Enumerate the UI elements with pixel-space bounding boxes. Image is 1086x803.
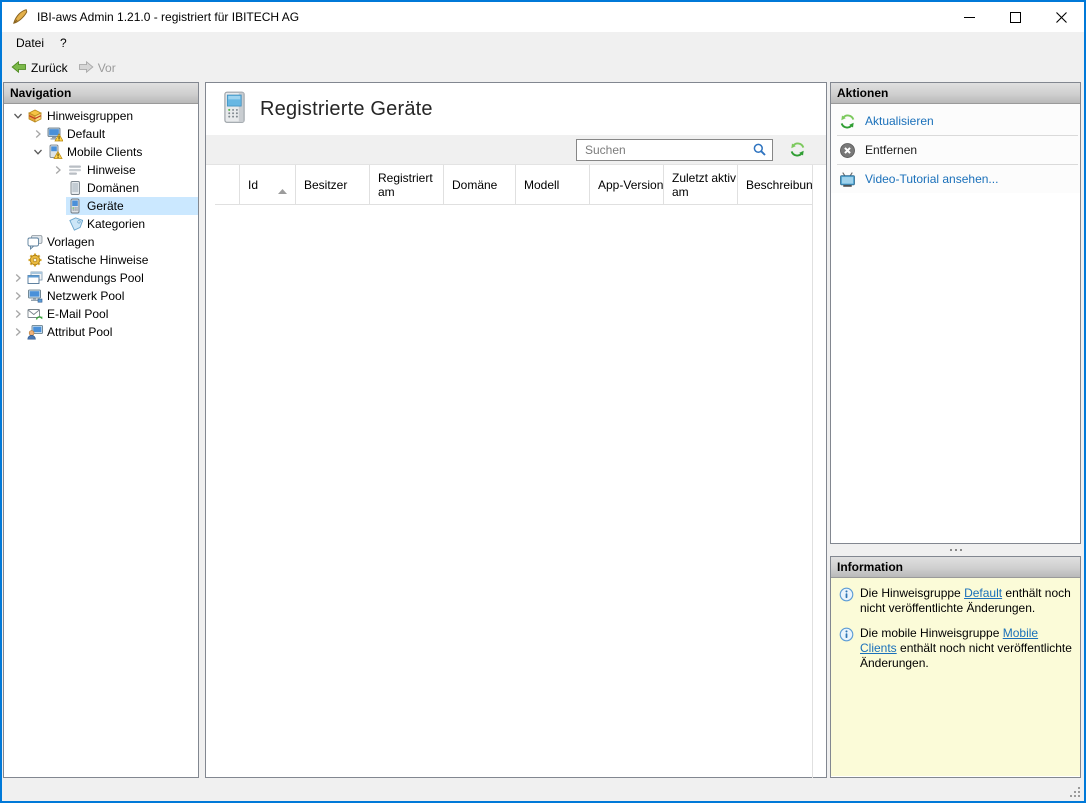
column-header-domaene[interactable]: Domäne: [444, 165, 516, 204]
chevron-collapsed-icon[interactable]: [10, 273, 26, 283]
actions-info-splitter[interactable]: [830, 544, 1081, 555]
column-header-zuletzt-aktiv-am[interactable]: Zuletzt aktiv am: [664, 165, 738, 204]
content-header: Registrierte Geräte: [206, 83, 826, 135]
mobile-warning-icon: [47, 144, 63, 160]
actions-body: Aktualisieren Entfernen Video-Tutorial a…: [831, 104, 1080, 193]
action-entfernen[interactable]: Entfernen: [831, 136, 1080, 164]
tree-item-domaenen[interactable]: Domänen: [4, 179, 198, 197]
back-arrow-icon: [11, 59, 27, 78]
information-panel: Information Die Hinweisgruppe Default en…: [830, 556, 1081, 778]
column-header-beschreibung[interactable]: Beschreibung: [738, 165, 812, 204]
app-icon: [11, 8, 29, 26]
user-computer-icon: [27, 324, 43, 340]
tablet-icon: [67, 180, 83, 196]
chevron-collapsed-icon[interactable]: [10, 309, 26, 319]
device-icon: [223, 91, 246, 127]
search-icon[interactable]: [752, 142, 768, 158]
actions-header: Aktionen: [831, 83, 1080, 104]
forward-button[interactable]: Vor: [73, 57, 121, 80]
navigation-tree: Hinweisgruppen Default Mobile Clients Hi…: [4, 104, 198, 341]
content-toolbar: [206, 135, 826, 165]
tree-item-hinweisgruppen[interactable]: Hinweisgruppen: [4, 107, 198, 125]
search-input[interactable]: [577, 143, 752, 157]
monitor-warning-icon: [47, 126, 63, 142]
refresh-icon[interactable]: [789, 141, 806, 158]
info-item: Die Hinweisgruppe Default enthält noch n…: [839, 586, 1074, 616]
chevron-collapsed-icon[interactable]: [50, 165, 66, 175]
menu-datei[interactable]: Datei: [8, 34, 52, 52]
window-controls: [946, 2, 1084, 32]
chevron-expanded-icon[interactable]: [10, 111, 26, 121]
tree-item-kategorien[interactable]: Kategorien: [4, 215, 198, 233]
mail-icon: [27, 306, 43, 322]
tree-item-geraete[interactable]: Geräte: [4, 197, 198, 215]
tree-item-hinweise[interactable]: Hinweise: [4, 161, 198, 179]
phone-icon: [67, 198, 83, 214]
devices-table: Id Besitzer Registriert am Domäne Modell…: [215, 165, 813, 778]
info-icon: [839, 587, 854, 602]
close-button[interactable]: [1038, 2, 1084, 32]
refresh-icon: [839, 113, 856, 130]
gear-icon: [27, 252, 43, 268]
tree-item-default[interactable]: Default: [4, 125, 198, 143]
tag-icon: [67, 216, 83, 232]
column-header-modell[interactable]: Modell: [516, 165, 590, 204]
back-button[interactable]: Zurück: [6, 57, 73, 80]
back-button-label: Zurück: [31, 61, 68, 75]
chevron-expanded-icon[interactable]: [30, 147, 46, 157]
notes-icon: [67, 162, 83, 178]
resize-grip-icon[interactable]: [1068, 785, 1082, 799]
column-header-besitzer[interactable]: Besitzer: [296, 165, 370, 204]
chevron-collapsed-icon[interactable]: [10, 327, 26, 337]
search-box: [576, 139, 773, 161]
forward-arrow-icon: [78, 59, 94, 78]
navigation-header: Navigation: [4, 83, 198, 104]
maximize-button[interactable]: [992, 2, 1038, 32]
app-window: IBI-aws Admin 1.21.0 - registriert für I…: [0, 0, 1086, 803]
menu-help[interactable]: ?: [52, 34, 75, 52]
column-header-app-version[interactable]: App-Version: [590, 165, 664, 204]
remove-icon: [839, 142, 856, 159]
tree-item-email-pool[interactable]: E-Mail Pool: [4, 305, 198, 323]
tree-item-anwendungs-pool[interactable]: Anwendungs Pool: [4, 269, 198, 287]
sort-ascending-icon: [278, 183, 287, 197]
speech-bubbles-icon: [27, 234, 43, 250]
notice-group-icon: [27, 108, 43, 124]
info-icon: [839, 627, 854, 642]
action-label: Entfernen: [865, 143, 918, 157]
action-label: Aktualisieren: [865, 114, 934, 128]
minimize-button[interactable]: [946, 2, 992, 32]
tree-item-vorlagen[interactable]: Vorlagen: [4, 233, 198, 251]
table-header: Id Besitzer Registriert am Domäne Modell…: [215, 165, 812, 205]
tree-item-statische-hinweise[interactable]: Statische Hinweise: [4, 251, 198, 269]
tree-item-mobile-clients[interactable]: Mobile Clients: [4, 143, 198, 161]
tree-item-attribut-pool[interactable]: Attribut Pool: [4, 323, 198, 341]
column-header-id[interactable]: Id: [240, 165, 296, 204]
action-label: Video-Tutorial ansehen...: [865, 172, 999, 186]
content-panel: Registrierte Geräte Id Besitzer Registri…: [205, 82, 827, 778]
action-aktualisieren[interactable]: Aktualisieren: [831, 107, 1080, 135]
chevron-collapsed-icon[interactable]: [30, 129, 46, 139]
actions-panel: Aktionen Aktualisieren Entfernen Video-T…: [830, 82, 1081, 544]
action-video-tutorial[interactable]: Video-Tutorial ansehen...: [831, 165, 1080, 193]
link-default[interactable]: Default: [964, 586, 1002, 600]
column-header-registriert-am[interactable]: Registriert am: [370, 165, 444, 204]
nav-toolbar: Zurück Vor: [2, 54, 1084, 82]
video-icon: [839, 171, 856, 188]
column-header-selector[interactable]: [215, 165, 240, 204]
tree-item-netzwerk-pool[interactable]: Netzwerk Pool: [4, 287, 198, 305]
network-icon: [27, 288, 43, 304]
window-title: IBI-aws Admin 1.21.0 - registriert für I…: [37, 10, 300, 24]
windows-icon: [27, 270, 43, 286]
navigation-panel: Navigation Hinweisgruppen Default Mobile…: [3, 82, 199, 778]
titlebar: IBI-aws Admin 1.21.0 - registriert für I…: [2, 2, 1084, 32]
chevron-collapsed-icon[interactable]: [10, 291, 26, 301]
info-item: Die mobile Hinweisgruppe Mobile Clients …: [839, 626, 1074, 671]
forward-button-label: Vor: [97, 61, 116, 75]
status-bar: [2, 778, 1084, 801]
information-body: Die Hinweisgruppe Default enthält noch n…: [831, 578, 1080, 776]
information-header: Information: [831, 557, 1080, 578]
menubar: Datei ?: [2, 32, 1084, 54]
page-title: Registrierte Geräte: [260, 97, 433, 120]
